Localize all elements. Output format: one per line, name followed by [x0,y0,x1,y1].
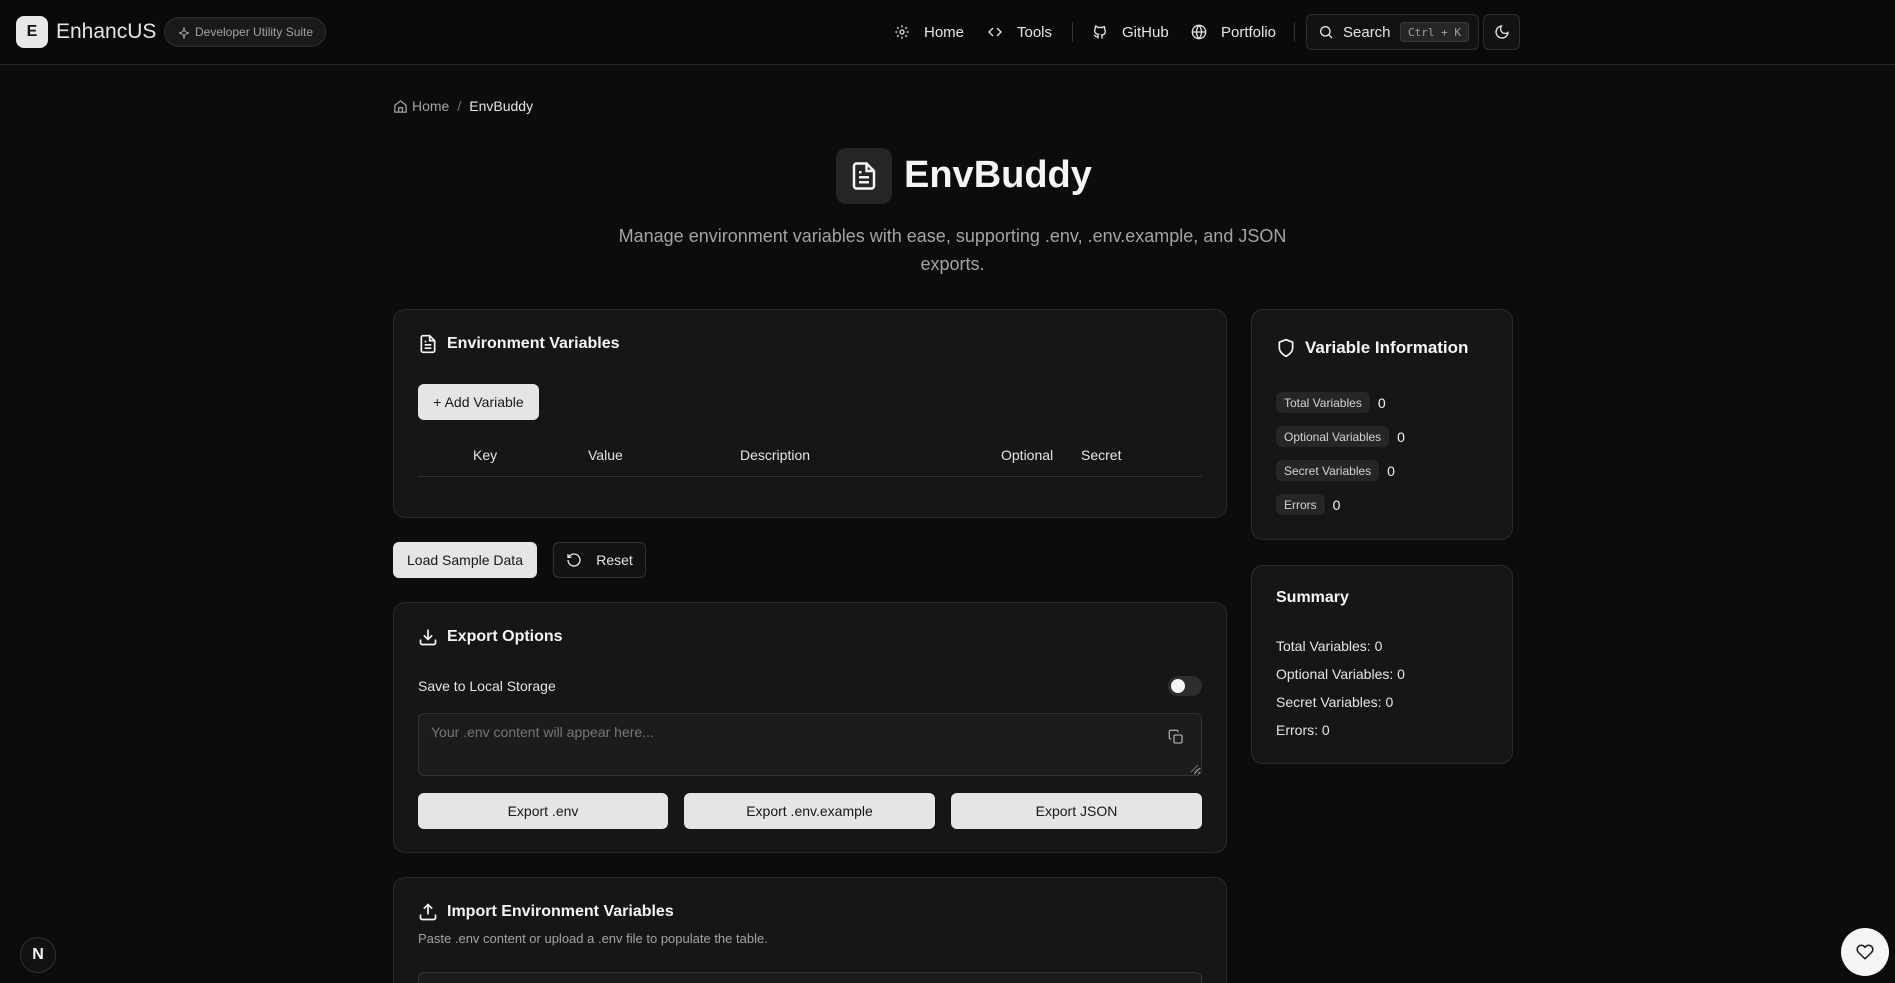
column-description: Description [740,447,811,463]
column-optional: Optional [1001,447,1054,463]
suite-badge: Developer Utility Suite [164,17,327,47]
search-shortcut: Ctrl + K [1400,22,1469,42]
reset-button[interactable]: Reset [553,542,646,578]
export-env-example-button[interactable]: Export .env.example [684,793,935,829]
export-env-button[interactable]: Export .env [418,793,668,829]
top-navbar: E EnhancUS Developer Utility Suite Home … [0,0,1895,65]
nextjs-devtools-button[interactable]: N [20,937,56,973]
info-row-optional: Optional Variables 0 [1276,426,1405,447]
info-value: 0 [1377,394,1386,411]
page-subtitle: Manage environment variables with ease, … [618,226,1287,274]
favorite-button[interactable] [1841,928,1889,976]
search-icon [1318,24,1334,40]
export-options-title: Export Options [418,627,563,647]
brand-name[interactable]: EnhancUS [56,20,156,44]
rotate-ccw-icon [566,552,582,568]
resize-grip-icon[interactable] [1190,764,1199,773]
info-row-total: Total Variables 0 [1276,392,1386,413]
variable-information-title-text: Variable Information [1305,338,1469,357]
column-key: Key [473,447,498,463]
info-label: Optional Variables [1276,426,1390,447]
nav-divider [1294,22,1295,42]
nav-tools-label: Tools [1017,23,1053,41]
import-title-text: Import Environment Variables [447,903,674,920]
breadcrumb: Home / EnvBuddy [393,98,533,114]
info-label: Secret Variables [1276,460,1380,481]
add-variable-button[interactable]: + Add Variable [418,384,539,420]
info-label: Errors [1276,494,1325,515]
nav-github[interactable]: GitHub [1092,22,1169,42]
page-title-icon [836,148,892,204]
summary-total: Total Variables: 0 [1276,638,1383,654]
theme-toggle-button[interactable] [1483,14,1520,50]
nav-portfolio-label: Portfolio [1221,23,1277,41]
info-row-errors: Errors 0 [1276,494,1340,515]
env-variables-title-text: Environment Variables [447,335,620,352]
nav-github-label: GitHub [1122,23,1169,41]
file-text-icon [418,334,438,354]
gear-icon [894,24,910,40]
summary-title: Summary [1276,589,1349,606]
nav-home-label: Home [924,23,965,41]
summary-optional: Optional Variables: 0 [1276,666,1405,682]
env-variables-title: Environment Variables [418,334,620,354]
column-value: Value [588,447,623,463]
globe-icon [1191,24,1207,40]
table-divider [418,476,1202,477]
breadcrumb-current: EnvBuddy [469,98,534,114]
heart-icon [1856,943,1874,961]
save-local-storage-toggle[interactable] [1168,676,1202,696]
github-icon [1092,24,1108,40]
logo-badge[interactable]: E [16,16,48,48]
code-icon [987,24,1003,40]
summary-secret: Secret Variables: 0 [1276,694,1394,710]
info-value: 0 [1397,428,1405,445]
file-text-icon [849,161,879,191]
search-label: Search [1343,23,1391,41]
save-local-storage-label: Save to Local Storage [418,678,556,694]
nav-divider [1072,22,1073,42]
export-options-title-text: Export Options [447,628,563,645]
import-card [393,877,1227,983]
download-icon [418,627,438,647]
nav-portfolio[interactable]: Portfolio [1191,22,1276,42]
reset-label: Reset [596,552,633,568]
import-title: Import Environment Variables [418,902,674,922]
env-output-textarea[interactable] [418,713,1202,776]
breadcrumb-separator: / [457,98,462,114]
copy-icon[interactable] [1168,729,1184,745]
import-textarea[interactable] [418,972,1202,983]
toggle-knob [1171,679,1185,693]
suite-badge-label: Developer Utility Suite [195,25,314,39]
load-sample-data-button[interactable]: Load Sample Data [393,542,537,578]
home-icon [393,99,408,114]
moon-icon [1494,24,1510,40]
export-json-button[interactable]: Export JSON [951,793,1202,829]
shield-icon [1276,338,1296,358]
nav-tools[interactable]: Tools [987,22,1052,42]
info-label: Total Variables [1276,392,1370,413]
breadcrumb-home[interactable]: Home [412,98,449,114]
sparkle-icon [178,27,190,39]
column-secret: Secret [1081,447,1122,463]
search-button[interactable]: Search Ctrl + K [1306,14,1479,50]
info-row-secret: Secret Variables 0 [1276,460,1395,481]
nav-home[interactable]: Home [894,22,964,42]
page-title: EnvBuddy [904,154,1092,196]
summary-errors: Errors: 0 [1276,722,1330,738]
import-description: Paste .env content or upload a .env file… [418,931,768,946]
upload-icon [418,902,438,922]
info-value: 0 [1332,496,1341,513]
variable-information-title: Variable Information [1276,338,1468,358]
info-value: 0 [1387,462,1395,479]
